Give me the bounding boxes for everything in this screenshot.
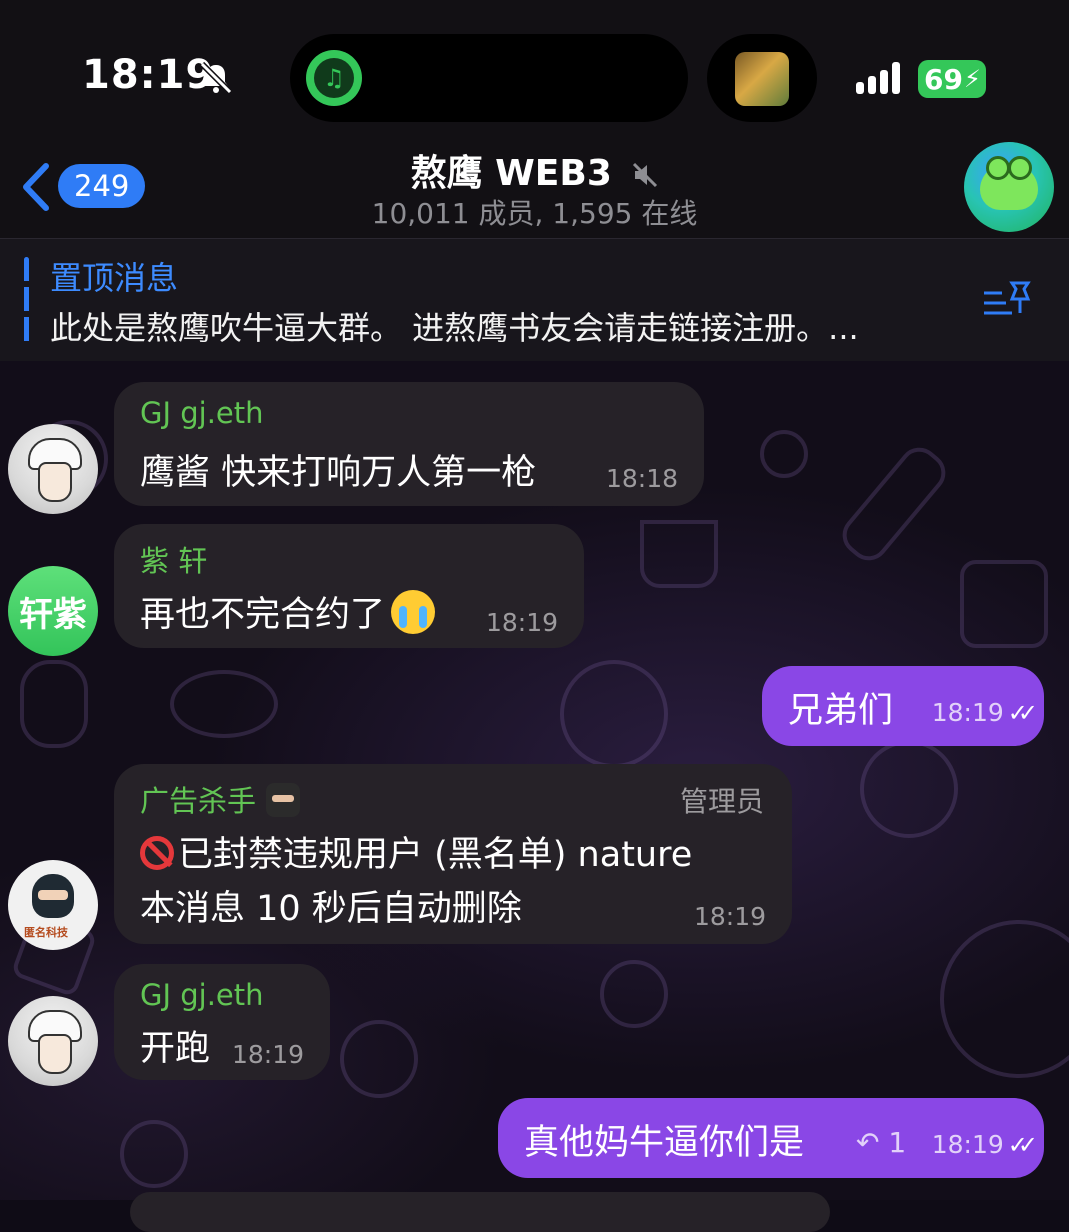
avatar-gj[interactable]	[8, 424, 98, 514]
music-icon[interactable]: ♫	[306, 50, 362, 106]
reply-icon: ↶ 1	[856, 1126, 907, 1159]
message-time: 18:19	[693, 902, 766, 931]
message-time-text: 18:19	[931, 698, 1004, 727]
chat-title[interactable]: 熬鹰 WEB3	[0, 144, 1069, 196]
avatar-gj[interactable]	[8, 996, 98, 1086]
pinned-indicator	[24, 257, 29, 345]
message-text: 兄弟们	[788, 691, 894, 731]
sender-name[interactable]: 紫 轩	[140, 538, 207, 580]
message-time: 18:19 ✓✓	[931, 1130, 1038, 1159]
message-bubble[interactable]: GJ gj.eth 鹰酱 快来打响万人第一枪 18:18	[114, 382, 704, 506]
sender-name[interactable]: 广告杀手	[140, 778, 301, 820]
avatar-ad-killer[interactable]: 匿名科技	[8, 860, 98, 950]
message-time-text: 18:19	[931, 1130, 1004, 1159]
pinned-title: 置顶消息	[50, 259, 179, 297]
message-time: 18:19	[485, 608, 558, 637]
mute-icon	[633, 162, 658, 188]
pin-list-icon[interactable]	[982, 279, 1034, 323]
outgoing-message-bubble[interactable]: 兄弟们 18:19 ✓✓	[762, 666, 1044, 746]
message-bubble[interactable]: GJ gj.eth 开跑 18:19	[114, 964, 330, 1080]
sender-name[interactable]: GJ gj.eth	[140, 978, 264, 1012]
pinned-message-bar[interactable]: 置顶消息 此处是熬鹰吹牛逼大群。 进熬鹰书友会请走链接注册。...	[0, 238, 1069, 361]
battery-icon: 69 ⚡	[918, 60, 986, 98]
message-line-1: 已封禁违规用户 (黑名单) nature	[178, 835, 693, 875]
ninja-emoji-icon	[266, 783, 301, 817]
message-text: 已封禁违规用户 (黑名单) nature	[140, 826, 692, 877]
chat-subtitle: 10,011 成员, 1,595 在线	[371, 197, 698, 230]
status-time: 18:19	[82, 52, 215, 98]
chat-title-text: 熬鹰 WEB3	[410, 153, 612, 194]
sender-name[interactable]: GJ gj.eth	[140, 396, 264, 430]
avatar-zixuan[interactable]: 轩紫	[8, 566, 98, 656]
group-avatar[interactable]	[964, 142, 1054, 232]
message-bubble-partial[interactable]	[130, 1192, 830, 1232]
signal-icon	[856, 62, 900, 94]
message-text: 开跑	[140, 1029, 211, 1069]
message-text: 再也不完合约了	[140, 586, 436, 637]
message-time: 18:18	[605, 464, 678, 493]
message-bubble[interactable]: 广告杀手 管理员 已封禁违规用户 (黑名单) nature 本消息 10 秒后自…	[114, 764, 792, 944]
dynamic-island[interactable]: ♫	[290, 34, 688, 122]
reply-count: 1	[888, 1126, 907, 1159]
ban-icon	[140, 836, 174, 870]
chat-header: 249 熬鹰 WEB3 10,011 成员, 1,595 在线	[0, 140, 1069, 238]
message-text: 鹰酱 快来打响万人第一枪	[140, 453, 537, 493]
message-time: 18:19	[231, 1040, 304, 1069]
message-text-line-2: 本消息 10 秒后自动删除	[140, 889, 522, 929]
message-time: 18:19 ✓✓	[931, 698, 1038, 727]
double-check-icon: ✓✓	[1007, 1131, 1038, 1159]
bell-slash-icon	[199, 61, 233, 95]
now-playing-island[interactable]	[707, 34, 817, 122]
pinned-text: 此处是熬鹰吹牛逼大群。 进熬鹰书友会请走链接注册。...	[50, 309, 859, 347]
status-bar: 18:19 ♫ 69 ⚡	[0, 0, 1069, 140]
double-check-icon: ✓✓	[1007, 699, 1038, 727]
admin-role-badge: 管理员	[679, 785, 764, 818]
crying-emoji-icon	[391, 590, 436, 634]
album-art	[735, 52, 789, 106]
message-bubble[interactable]: 紫 轩 再也不完合约了 18:19	[114, 524, 584, 648]
message-text-content: 再也不完合约了	[140, 595, 386, 635]
avatar-logo-text: 匿名科技	[24, 926, 68, 939]
sender-name-text: 广告杀手	[140, 784, 257, 818]
outgoing-message-bubble[interactable]: 真他妈牛逼你们是 ↶ 1 18:19 ✓✓	[498, 1098, 1044, 1178]
message-text: 真他妈牛逼你们是	[524, 1123, 805, 1163]
avatar-initials: 轩紫	[19, 594, 87, 635]
battery-level: 69	[924, 62, 963, 96]
frog-icon	[980, 156, 1038, 210]
